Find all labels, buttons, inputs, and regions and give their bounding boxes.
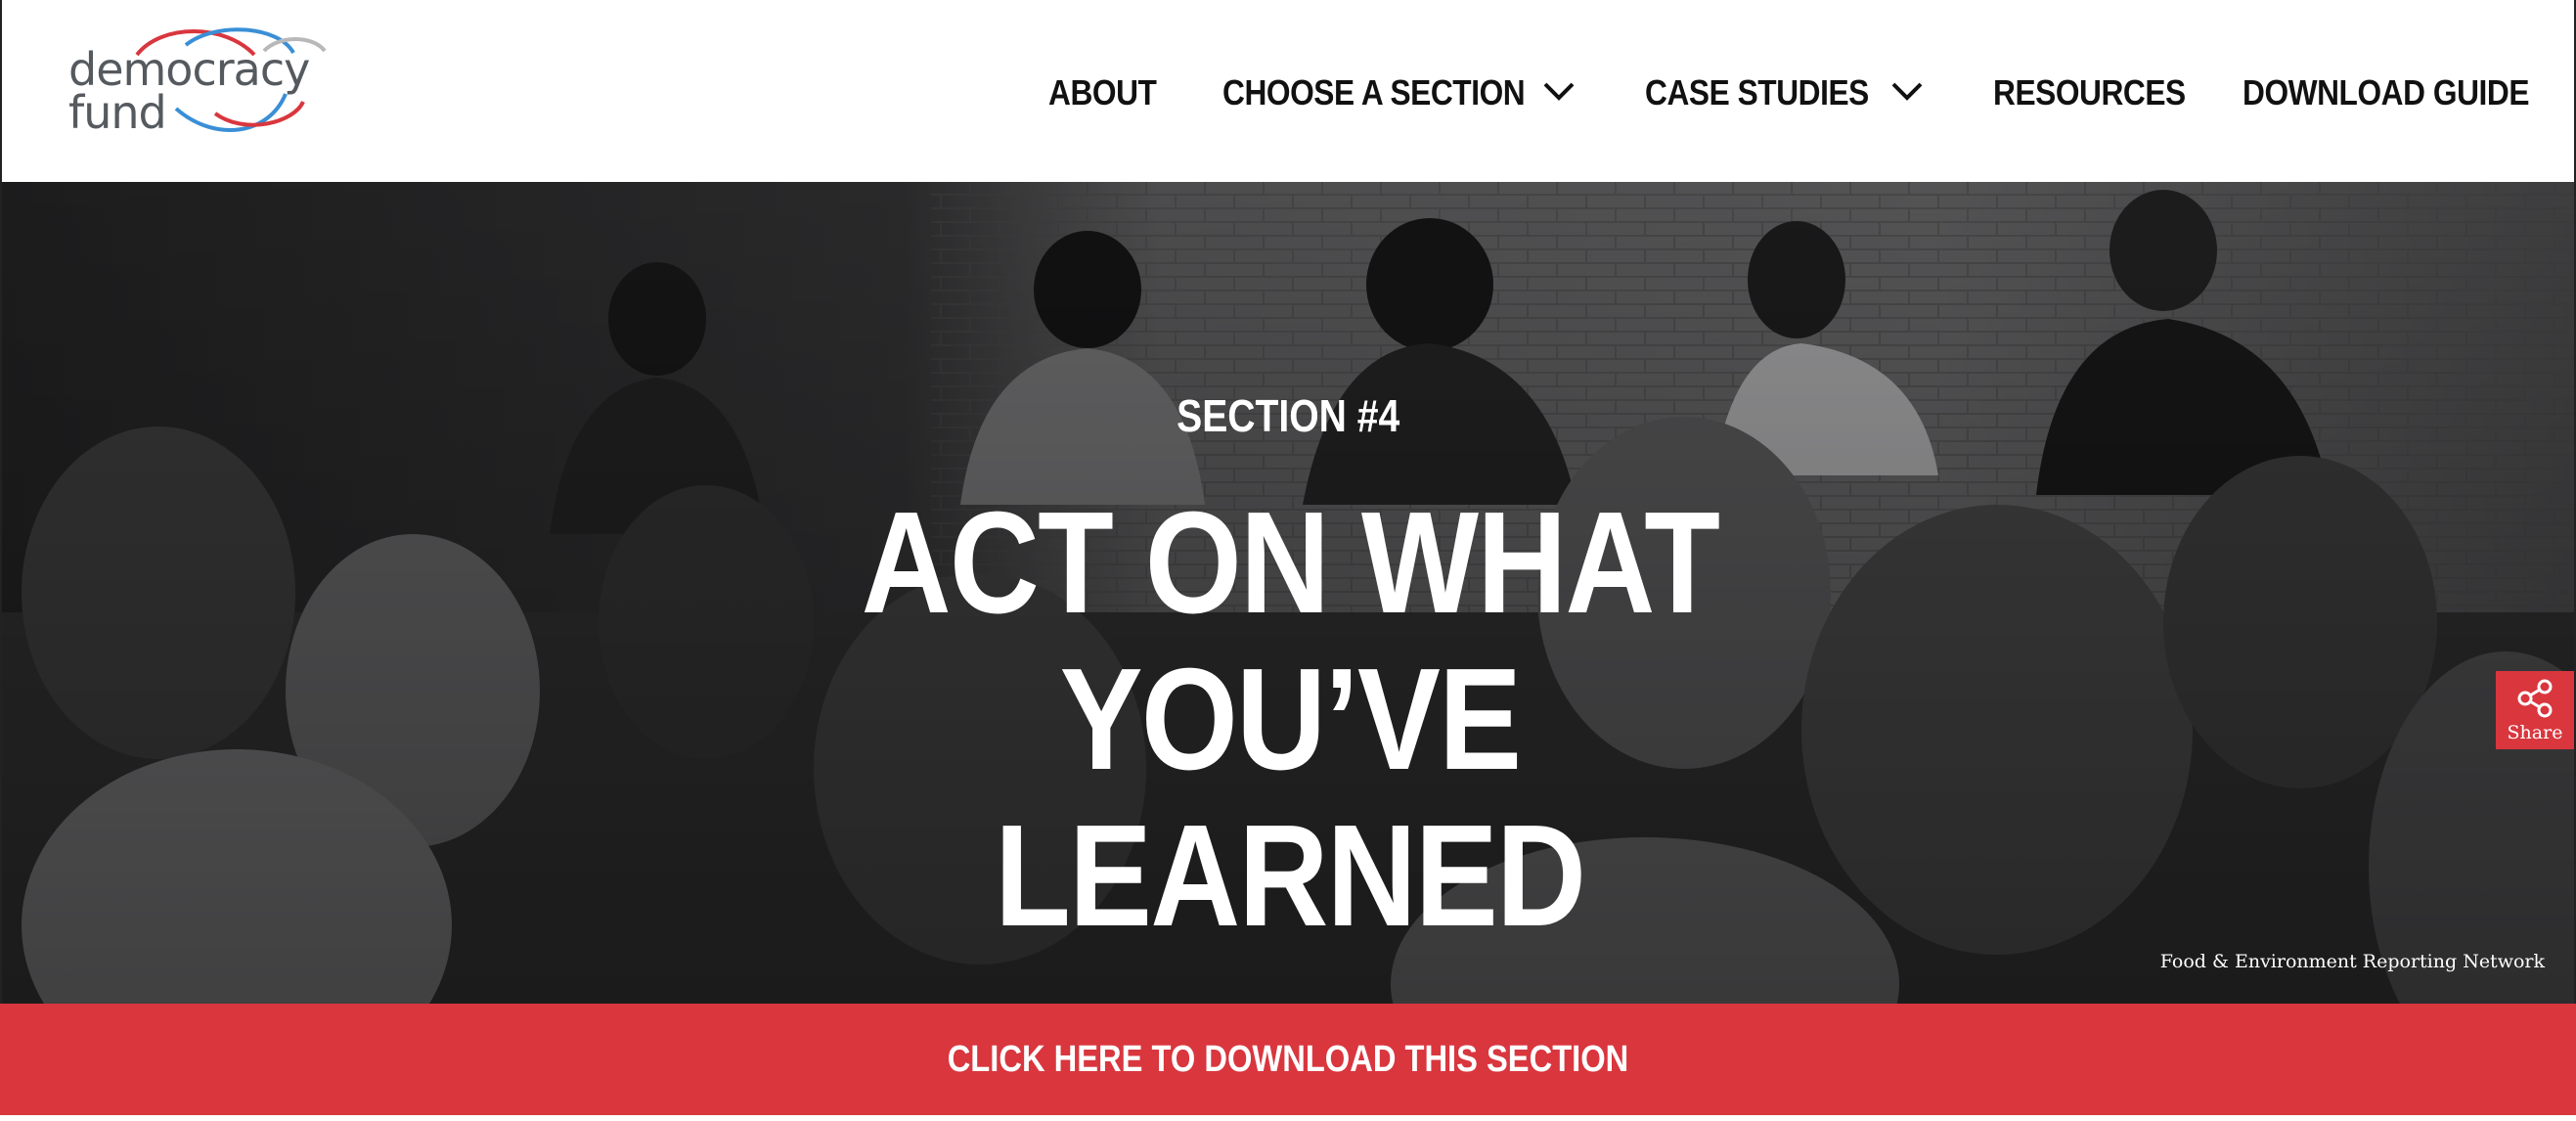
page-title: ACT ON WHAT YOU’VE LEARNED <box>508 485 2072 955</box>
photo-credit: Food & Environment Reporting Network <box>2159 951 2545 972</box>
share-icon <box>2517 679 2553 718</box>
nav-download-guide[interactable]: DOWNLOAD GUIDE <box>2243 68 2529 117</box>
share-label: Share <box>2507 722 2563 743</box>
section-label: SECTION #4 <box>1176 390 1400 441</box>
nav-choose-a-section[interactable]: CHOOSE A SECTION <box>1222 68 1526 117</box>
chevron-down-icon[interactable] <box>1889 74 1925 110</box>
site-header: democracy fund ABOUT CHOOSE A SECTION CA… <box>0 0 2576 182</box>
main-nav: ABOUT CHOOSE A SECTION CASE STUDIES RESO… <box>2 68 2574 117</box>
nav-case-studies[interactable]: CASE STUDIES <box>1645 68 1869 117</box>
share-button[interactable]: Share <box>2496 671 2574 749</box>
page-title-line2: LEARNED <box>995 795 1586 957</box>
nav-resources[interactable]: RESOURCES <box>1993 68 2186 117</box>
nav-about[interactable]: ABOUT <box>1048 68 1157 117</box>
hero-banner: SECTION #4 ACT ON WHAT YOU’VE LEARNED Sh… <box>0 182 2576 1004</box>
page-title-line1: ACT ON WHAT YOU’VE <box>861 482 1720 800</box>
download-section-button[interactable]: CLICK HERE TO DOWNLOAD THIS SECTION <box>0 1004 2576 1115</box>
chevron-down-icon[interactable] <box>1541 74 1577 110</box>
page-bottom <box>0 1115 2576 1121</box>
download-section-label: CLICK HERE TO DOWNLOAD THIS SECTION <box>947 1038 1629 1080</box>
